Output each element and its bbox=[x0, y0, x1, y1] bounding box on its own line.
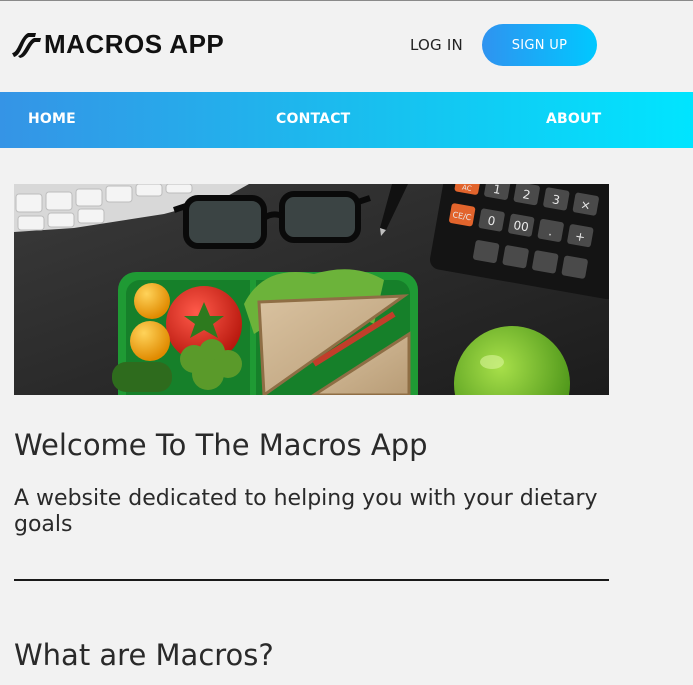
brand-logo-link[interactable]: MACROS APP bbox=[10, 27, 224, 61]
welcome-heading: Welcome To The Macros App bbox=[14, 428, 428, 462]
tagline-text: A website dedicated to helping you with … bbox=[14, 486, 598, 537]
nav-item-home[interactable]: HOME bbox=[28, 111, 76, 127]
hero-image: ON AC CE/C 5 6 1 2 3 × 0 00 . + bbox=[14, 184, 609, 395]
what-are-macros-heading: What are Macros? bbox=[14, 638, 274, 672]
nav-item-contact[interactable]: CONTACT bbox=[276, 111, 350, 127]
login-link[interactable]: LOG IN bbox=[410, 36, 463, 54]
site-header: MACROS APP LOG IN SIGN UP bbox=[0, 1, 693, 92]
svg-text:00: 00 bbox=[512, 218, 529, 234]
lunchbox-desk-photo: ON AC CE/C 5 6 1 2 3 × 0 00 . + bbox=[14, 184, 609, 395]
brand-name: MACROS APP bbox=[44, 28, 225, 59]
signup-button[interactable]: SIGN UP bbox=[482, 24, 597, 66]
main-navigation: HOME CONTACT ABOUT bbox=[0, 92, 693, 148]
nav-item-about[interactable]: ABOUT bbox=[546, 111, 601, 127]
section-divider bbox=[14, 579, 609, 581]
double-slash-logo-icon bbox=[12, 33, 41, 58]
